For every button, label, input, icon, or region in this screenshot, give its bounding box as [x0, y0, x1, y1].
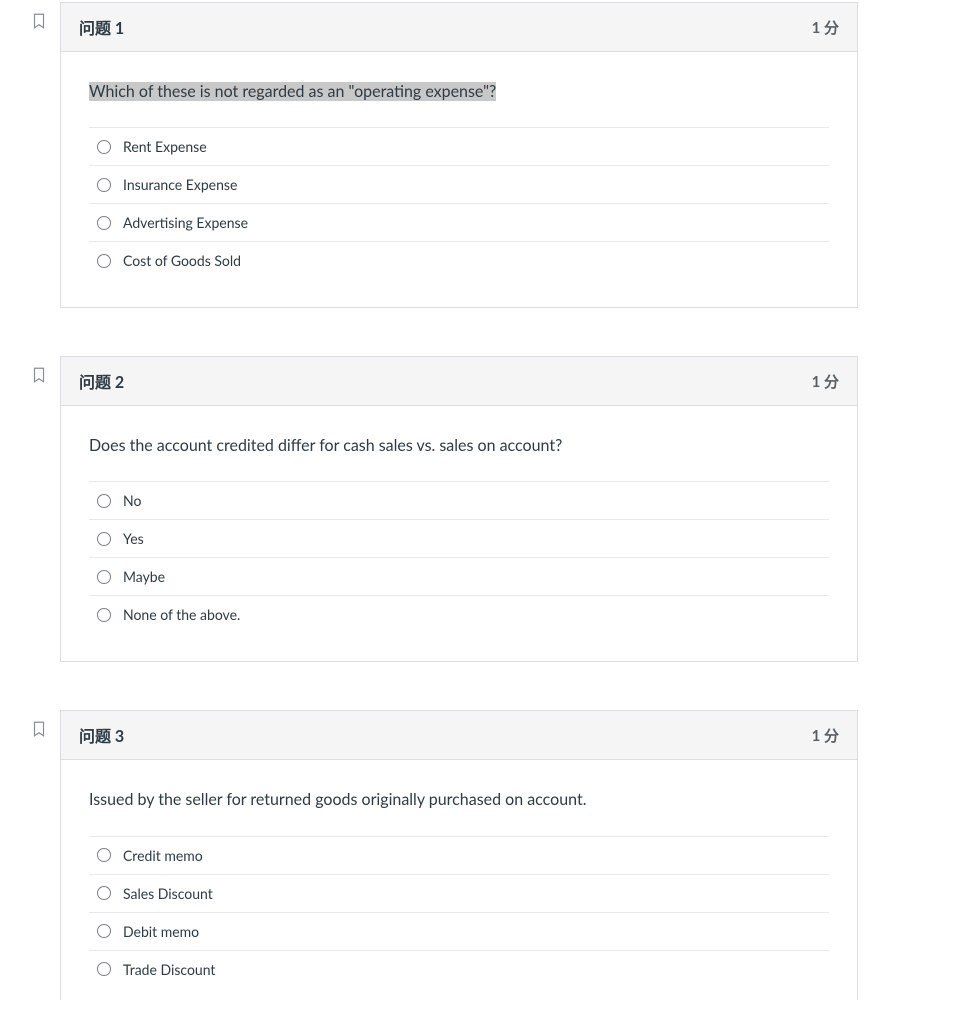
radio-icon[interactable] [97, 254, 111, 268]
question-prompt: Issued by the seller for returned goods … [89, 788, 829, 811]
question-prompt: Does the account credited differ for cas… [89, 434, 829, 457]
answer-label: None of the above. [123, 606, 240, 623]
answer-option[interactable]: Insurance Expense [89, 166, 829, 204]
answer-option[interactable]: Rent Expense [89, 128, 829, 166]
radio-icon[interactable] [97, 924, 111, 938]
answer-label: Trade Discount [123, 961, 215, 978]
answer-label: No [123, 492, 141, 509]
answer-option[interactable]: Credit memo [89, 837, 829, 875]
question-block: 问题 3 1 分 Issued by the seller for return… [30, 710, 858, 999]
question-prompt-text: Issued by the seller for returned goods … [89, 790, 586, 809]
answer-label: Cost of Goods Sold [123, 252, 241, 269]
answer-option[interactable]: Maybe [89, 558, 829, 596]
question-points: 1 分 [812, 17, 839, 38]
question-block: 问题 2 1 分 Does the account credited diffe… [30, 356, 858, 662]
question-prompt-text: Which of these is not regarded as an "op… [89, 82, 496, 101]
radio-icon[interactable] [97, 532, 111, 546]
question-prompt: Which of these is not regarded as an "op… [89, 80, 829, 103]
radio-icon[interactable] [97, 848, 111, 862]
radio-icon[interactable] [97, 608, 111, 622]
answer-label: Debit memo [123, 923, 199, 940]
question-title: 问题 2 [79, 369, 124, 393]
answer-label: Sales Discount [123, 885, 213, 902]
answer-label: Credit memo [123, 847, 203, 864]
question-points: 1 分 [812, 371, 839, 392]
radio-icon[interactable] [97, 216, 111, 230]
bookmark-icon[interactable] [30, 723, 48, 742]
question-points: 1 分 [812, 725, 839, 746]
radio-icon[interactable] [97, 570, 111, 584]
answer-option[interactable]: Trade Discount [89, 951, 829, 988]
question-header: 问题 2 1 分 [61, 357, 857, 406]
question-header: 问题 1 1 分 [61, 3, 857, 52]
answer-option[interactable]: Debit memo [89, 913, 829, 951]
question-prompt-text: Does the account credited differ for cas… [89, 436, 562, 455]
radio-icon[interactable] [97, 140, 111, 154]
question-title: 问题 1 [79, 15, 124, 39]
answer-label: Maybe [123, 568, 165, 585]
answer-label: Rent Expense [123, 138, 207, 155]
radio-icon[interactable] [97, 178, 111, 192]
answer-option[interactable]: No [89, 482, 829, 520]
question-title: 问题 3 [79, 723, 124, 747]
radio-icon[interactable] [97, 886, 111, 900]
bookmark-icon[interactable] [30, 15, 48, 34]
question-header: 问题 3 1 分 [61, 711, 857, 760]
answer-label: Insurance Expense [123, 176, 237, 193]
answer-option[interactable]: Sales Discount [89, 875, 829, 913]
answer-option[interactable]: Advertising Expense [89, 204, 829, 242]
question-block: 问题 1 1 分 Which of these is not regarded … [30, 2, 858, 308]
answer-option[interactable]: Yes [89, 520, 829, 558]
answer-option[interactable]: None of the above. [89, 596, 829, 633]
answer-option[interactable]: Cost of Goods Sold [89, 242, 829, 279]
radio-icon[interactable] [97, 494, 111, 508]
radio-icon[interactable] [97, 962, 111, 976]
bookmark-icon[interactable] [30, 369, 48, 388]
answer-label: Advertising Expense [123, 214, 248, 231]
answer-label: Yes [123, 530, 144, 547]
